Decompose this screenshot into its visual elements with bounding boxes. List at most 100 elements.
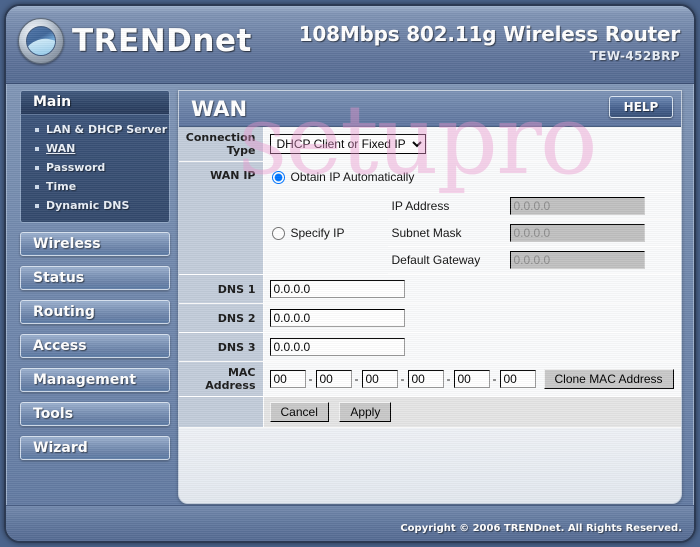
subnet-mask-input[interactable]: [509, 224, 645, 242]
help-button-label: HELP: [623, 100, 659, 114]
sidebar-submenu-main: LAN & DHCP Server WAN Password Time Dyna…: [20, 114, 170, 223]
obtain-ip-auto-label[interactable]: Obtain IP Automatically: [291, 170, 415, 184]
row-dns-3: DNS 3: [179, 332, 681, 362]
page-footer: Copyright © 2006 TRENDnet. All Rights Re…: [6, 505, 694, 541]
sidebar-item-label: Access: [33, 338, 87, 354]
dns-1-input[interactable]: [269, 280, 405, 298]
connection-type-select[interactable]: DHCP Client or Fixed IP: [269, 134, 426, 154]
specify-ip-cell: Specify IP: [264, 193, 388, 274]
dns-2-input[interactable]: [269, 309, 405, 327]
bullet-icon: [35, 165, 39, 170]
wan-settings-panel: WAN HELP Connection Type DHCP Client or …: [178, 90, 682, 504]
ip-address-label: IP Address: [387, 193, 506, 220]
default-gateway-input[interactable]: [509, 251, 645, 269]
sidebar-item-label: Wizard: [33, 440, 88, 456]
sidebar-item-access[interactable]: Access: [20, 334, 170, 358]
sidebar-item-wireless[interactable]: Wireless: [20, 232, 170, 256]
mac-address-cell: - - - - - Clone MAC Address: [263, 361, 681, 397]
sidebar-item-label: LAN & DHCP Server: [46, 123, 168, 136]
sidebar-item-wan[interactable]: WAN: [21, 139, 169, 158]
sidebar-item-dynamic-dns[interactable]: Dynamic DNS: [21, 196, 169, 215]
specify-ip-label[interactable]: Specify IP: [291, 226, 345, 240]
brand-name-upper: TREND: [72, 23, 193, 59]
row-obtain-ip-auto: Obtain IP Automatically: [263, 162, 681, 193]
brand-logo: TRENDnet: [18, 18, 252, 64]
model-number: TEW-452BRP: [589, 49, 680, 63]
actions-spacer: [179, 396, 264, 428]
sidebar-item-label: Tools: [33, 406, 74, 422]
sidebar-nav: Main LAN & DHCP Server WAN Password Time…: [20, 90, 170, 470]
bullet-icon: [35, 184, 39, 189]
mac-separator: -: [308, 372, 313, 386]
sidebar-item-label: Management: [33, 372, 137, 388]
ip-address-input[interactable]: [509, 197, 645, 215]
sidebar-item-wizard[interactable]: Wizard: [20, 436, 170, 460]
sidebar-item-routing[interactable]: Routing: [20, 300, 170, 324]
field-row-default-gateway: Default Gateway: [388, 247, 682, 274]
default-gateway-cell: [506, 247, 682, 274]
row-mac-address: MAC Address - - - - - Clone MA: [179, 361, 681, 397]
dns-1-cell: [263, 274, 681, 304]
sidebar-item-label: Status: [33, 270, 85, 286]
panel-title-bar: WAN HELP: [179, 91, 681, 127]
mac-octet-5[interactable]: [453, 370, 490, 388]
wan-settings-form: Connection Type DHCP Client or Fixed IP …: [179, 127, 681, 428]
actions-cell: Cancel Apply: [263, 396, 681, 428]
mac-octet-1[interactable]: [269, 370, 306, 388]
mac-separator: -: [446, 372, 451, 386]
specify-ip-radio-row[interactable]: Specify IP: [271, 222, 384, 244]
trendnet-globe-icon: [18, 18, 64, 64]
globe-inner-icon: [26, 26, 56, 56]
mac-octet-3[interactable]: [361, 370, 398, 388]
sidebar-item-status[interactable]: Status: [20, 266, 170, 290]
mac-octet-2[interactable]: [315, 370, 352, 388]
sidebar-item-management[interactable]: Management: [20, 368, 170, 392]
sidebar-item-label: Time: [46, 180, 77, 193]
mac-octet-4[interactable]: [407, 370, 444, 388]
apply-button[interactable]: Apply: [339, 402, 392, 422]
sidebar-item-time[interactable]: Time: [21, 177, 169, 196]
brand-wordmark: TRENDnet: [72, 23, 252, 59]
bullet-icon: [35, 127, 39, 132]
field-row-subnet-mask: Subnet Mask: [387, 219, 681, 247]
help-button[interactable]: HELP: [609, 96, 673, 118]
sidebar-item-password[interactable]: Password: [21, 158, 169, 177]
sidebar-group-main[interactable]: Main: [20, 90, 170, 114]
mac-separator: -: [492, 372, 497, 386]
sidebar-item-label: WAN: [46, 142, 76, 155]
clone-mac-address-button[interactable]: Clone MAC Address: [543, 369, 674, 389]
mac-separator: -: [354, 372, 359, 386]
page-header: TRENDnet 108Mbps 802.11g Wireless Router…: [6, 6, 694, 84]
dns-2-cell: [263, 303, 681, 333]
row-actions: Cancel Apply: [179, 396, 681, 428]
dns-3-input[interactable]: [269, 338, 405, 356]
obtain-ip-auto-radio[interactable]: [271, 170, 285, 184]
subnet-mask-cell: [505, 219, 681, 247]
row-ip-address: Specify IP IP Address 0.0.0.0 Subnet Mas…: [264, 192, 682, 274]
cancel-button[interactable]: Cancel: [269, 402, 329, 422]
sidebar-item-label: Routing: [33, 304, 95, 320]
mac-address-label: MAC Address: [179, 361, 264, 397]
obtain-ip-auto-radio-row[interactable]: Obtain IP Automatically: [271, 166, 678, 188]
row-dns-2: DNS 2: [179, 303, 681, 333]
model-title: 108Mbps 802.11g Wireless Router: [298, 22, 681, 46]
subnet-mask-label: Subnet Mask: [387, 219, 506, 247]
specify-ip-fields: IP Address Subnet Mask: [387, 193, 682, 274]
ip-address-cell: [505, 193, 681, 220]
connection-type-label: Connection Type: [179, 127, 264, 162]
sidebar-item-label: Password: [46, 161, 106, 174]
model-info: 108Mbps 802.11g Wireless Router TEW-452B…: [298, 22, 681, 63]
copyright-text: Copyright © 2006 TRENDnet. All Rights Re…: [400, 523, 682, 534]
sidebar-item-label: Wireless: [33, 236, 101, 252]
sidebar-item-label: Dynamic DNS: [46, 199, 130, 212]
wan-ip-cell: Obtain IP Automatically Specify IP IP Ad…: [263, 161, 682, 275]
mac-separator: -: [400, 372, 405, 386]
specify-ip-fields-cell: IP Address Subnet Mask: [387, 192, 682, 274]
default-gateway-label: Default Gateway: [391, 253, 481, 267]
sidebar-item-lan-dhcp-server[interactable]: LAN & DHCP Server: [21, 120, 169, 139]
sidebar-item-tools[interactable]: Tools: [20, 402, 170, 426]
row-wan-ip: WAN IP Obtain IP Automatically Specify I…: [179, 161, 682, 275]
mac-octet-6[interactable]: [499, 370, 536, 388]
specify-ip-radio[interactable]: [271, 226, 285, 240]
obtain-ip-auto-cell: Obtain IP Automatically: [263, 162, 681, 193]
